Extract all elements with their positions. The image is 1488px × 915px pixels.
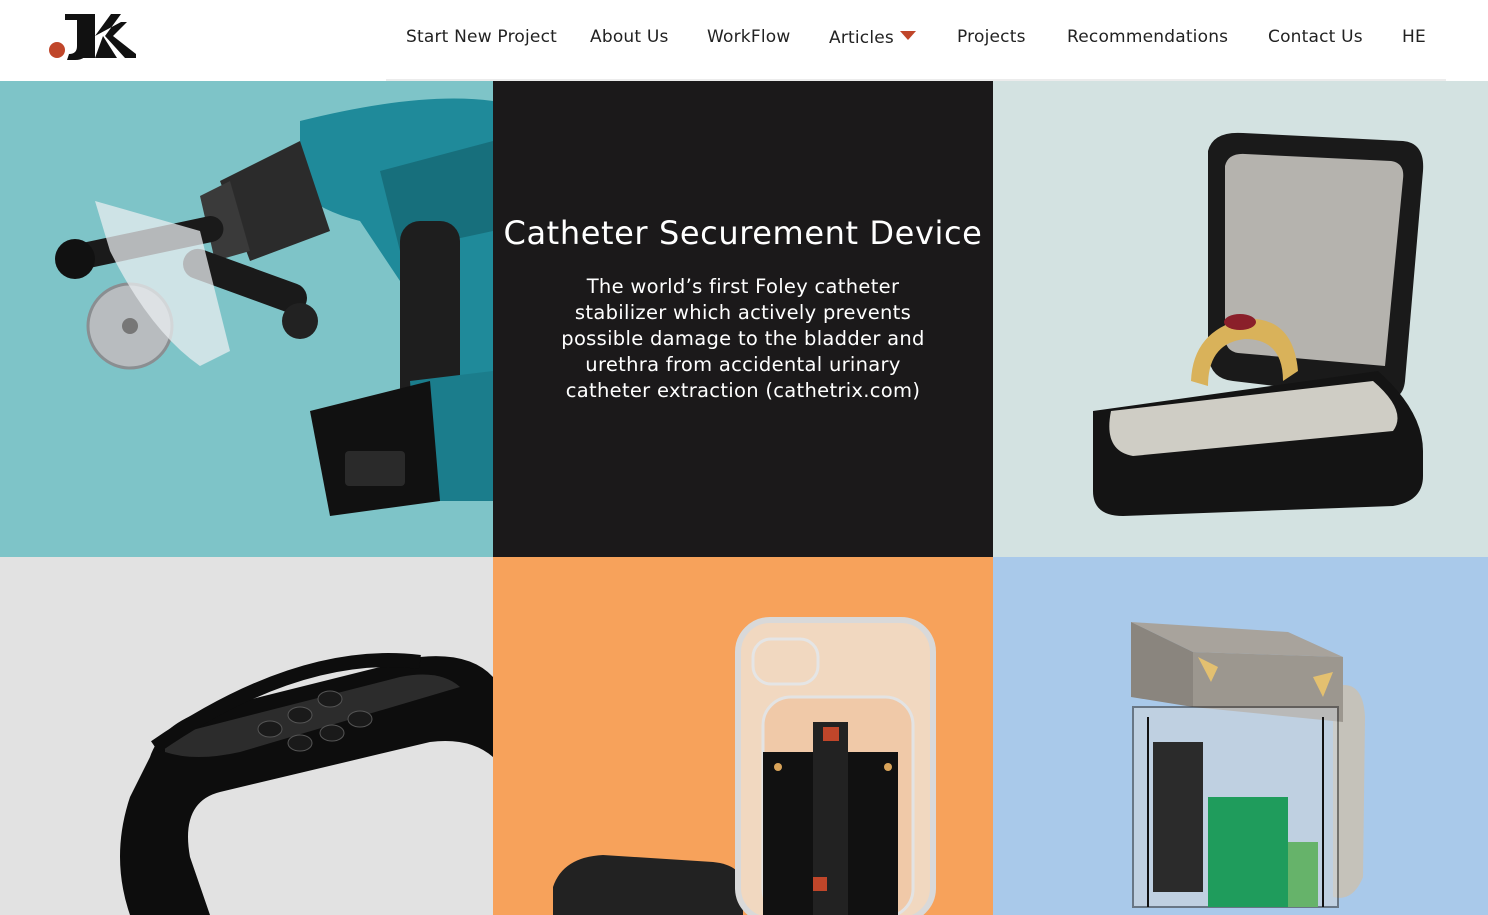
main-nav: Start New Project About Us WorkFlow Arti… [0,0,1488,78]
nav-recommendations[interactable]: Recommendations [1067,27,1228,47]
nav-contact-us[interactable]: Contact Us [1268,27,1363,47]
nav-workflow[interactable]: WorkFlow [707,27,790,47]
nav-language-he[interactable]: HE [1402,27,1426,47]
nav-divider [386,79,1446,81]
site-header: Start New Project About Us WorkFlow Arti… [0,0,1488,81]
project-tile-remote-grip[interactable] [0,557,493,915]
feature-panel: Catheter Securement Device The world’s f… [493,81,993,557]
ring-box-illustration [1093,132,1424,516]
device-enclosure-illustration [1131,622,1365,908]
remote-grip-illustration [120,653,493,915]
project-tile-phone-case[interactable] [493,557,993,915]
nav-articles[interactable]: Articles [829,28,916,48]
project-tile-device[interactable] [993,557,1488,915]
feature-description: The world’s first Foley catheter stabili… [561,275,925,402]
project-tile-drill[interactable] [0,81,493,557]
chevron-down-icon [900,31,916,40]
nav-start-new-project[interactable]: Start New Project [406,27,557,47]
phone-case-illustration [553,617,936,915]
nav-about-us[interactable]: About Us [590,27,669,47]
drill-illustration [55,98,493,516]
nav-projects[interactable]: Projects [957,27,1026,47]
feature-title: Catheter Securement Device [503,214,983,252]
nav-articles-label: Articles [829,28,894,48]
project-tile-ring[interactable] [993,81,1488,557]
